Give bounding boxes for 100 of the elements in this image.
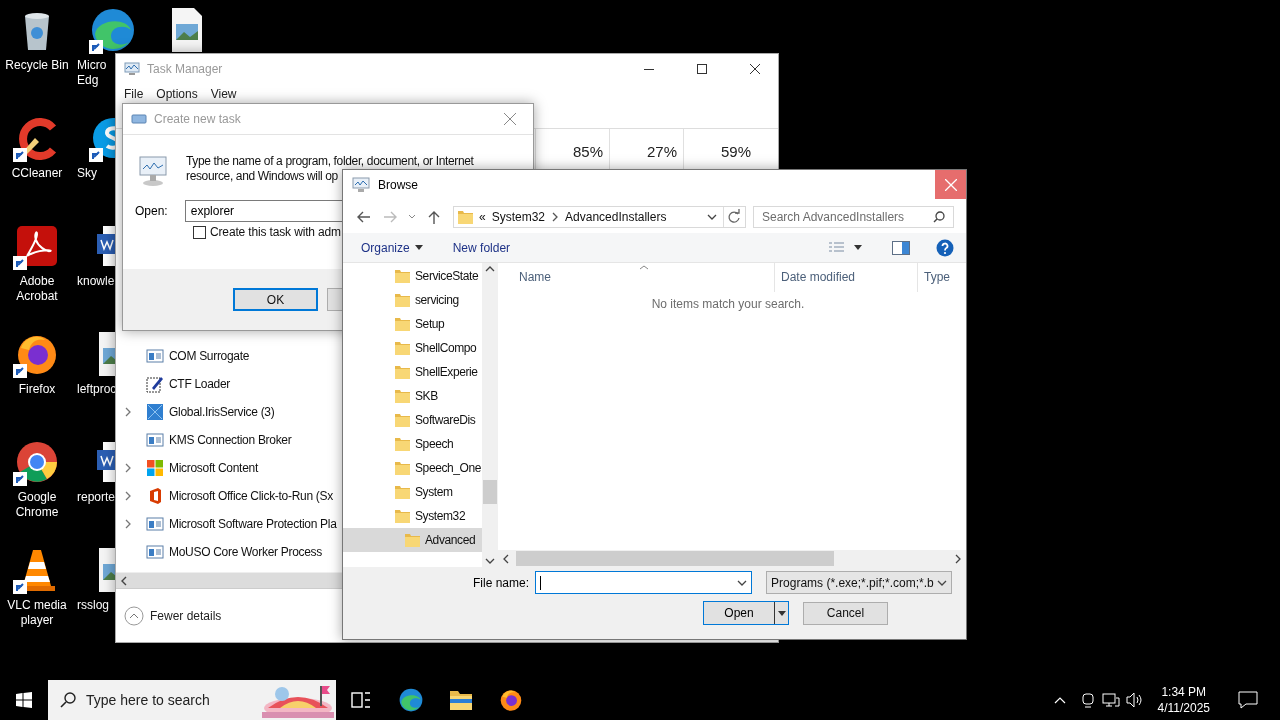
windows-icon[interactable] bbox=[16, 692, 32, 708]
chevron-right-icon[interactable] bbox=[124, 407, 132, 417]
ok-button[interactable]: OK bbox=[233, 288, 318, 311]
folder-tree-item[interactable]: Advanced bbox=[343, 528, 483, 552]
file-name-field[interactable] bbox=[535, 571, 753, 594]
maximize-icon[interactable] bbox=[697, 64, 707, 74]
collapse-up-icon[interactable] bbox=[124, 605, 144, 626]
column-header[interactable]: Name bbox=[498, 263, 775, 292]
network-icon[interactable] bbox=[1101, 692, 1120, 708]
arrow-up-icon[interactable] bbox=[428, 209, 440, 224]
admin-checkbox[interactable] bbox=[193, 225, 206, 239]
menu-item[interactable]: View bbox=[206, 87, 241, 101]
browser-icon[interactable] bbox=[89, 6, 137, 54]
address-bar[interactable]: « System32 AdvancedInstallers bbox=[453, 205, 746, 228]
menu-item[interactable]: Options bbox=[152, 87, 202, 101]
folder-tree-item[interactable]: ShellExperie bbox=[343, 360, 483, 384]
process-name[interactable]: COM Surrogate bbox=[169, 349, 250, 363]
help-icon[interactable] bbox=[936, 238, 954, 257]
process-name[interactable]: Global.IrisService (3) bbox=[169, 405, 275, 419]
chevron-down-icon[interactable] bbox=[707, 212, 717, 221]
organize-button[interactable]: Organize bbox=[361, 240, 423, 255]
scroll-down-icon[interactable] bbox=[485, 558, 496, 564]
folder-tree-item[interactable]: SoftwareDis bbox=[343, 408, 483, 432]
clock-time[interactable]: 1:34 PM bbox=[1161, 684, 1207, 700]
close-icon[interactable] bbox=[750, 64, 760, 74]
browser-icon[interactable] bbox=[498, 687, 524, 713]
taskbar-search-field[interactable]: Type here to search bbox=[48, 680, 336, 720]
process-name[interactable]: Microsoft Software Protection Pla bbox=[169, 517, 337, 531]
app-window-icon bbox=[146, 347, 164, 365]
volume-icon[interactable] bbox=[1125, 692, 1144, 708]
icon-label[interactable]: Google Chrome bbox=[15, 490, 59, 520]
folder-tree-item[interactable]: Speech bbox=[343, 432, 483, 456]
icon-label[interactable]: VLC media player bbox=[7, 598, 67, 628]
process-name[interactable]: CTF Loader bbox=[169, 377, 231, 391]
folder-icon bbox=[395, 437, 410, 451]
chevron-right-icon[interactable] bbox=[551, 211, 560, 222]
checkbox-label: Create this task with adm bbox=[210, 225, 341, 239]
vertical-scrollbar[interactable] bbox=[482, 263, 498, 567]
icon-label[interactable]: reporte bbox=[77, 490, 116, 505]
process-name[interactable]: KMS Connection Broker bbox=[169, 433, 292, 447]
task-view-icon[interactable] bbox=[351, 691, 371, 709]
folder-tree-item[interactable]: Speech_One bbox=[343, 456, 483, 480]
breadcrumb-overflow[interactable]: « bbox=[479, 209, 486, 224]
minimize-icon[interactable] bbox=[644, 68, 654, 70]
menu-item[interactable]: File bbox=[120, 87, 148, 101]
search-icon[interactable] bbox=[60, 692, 76, 708]
search-icon[interactable] bbox=[933, 210, 945, 223]
clock-date[interactable]: 4/11/2025 bbox=[1157, 700, 1210, 716]
notifications-icon[interactable] bbox=[1238, 691, 1258, 709]
icon-label[interactable]: Recycle Bin bbox=[5, 58, 69, 73]
folder-icon bbox=[395, 509, 410, 523]
fewer-details-link[interactable]: Fewer details bbox=[150, 608, 222, 623]
breadcrumb[interactable]: AdvancedInstallers bbox=[565, 209, 667, 224]
chevron-right-icon[interactable] bbox=[124, 491, 132, 501]
folder-tree-item[interactable]: System32 bbox=[343, 504, 483, 528]
open-button[interactable]: Open bbox=[703, 601, 789, 625]
chevron-down-icon[interactable] bbox=[937, 578, 948, 587]
folder-tree-item[interactable]: System bbox=[343, 480, 483, 504]
icon-label[interactable]: rsslog bbox=[77, 598, 109, 613]
icon-label[interactable]: Firefox bbox=[18, 382, 56, 397]
preview-pane-icon[interactable] bbox=[892, 240, 910, 255]
icon-label[interactable]: leftproc bbox=[77, 382, 117, 397]
scrollbar-thumb[interactable] bbox=[516, 551, 834, 566]
chevron-down-icon[interactable] bbox=[737, 578, 748, 587]
icon-label[interactable]: knowle bbox=[77, 274, 115, 289]
chevron-up-icon[interactable] bbox=[1053, 696, 1066, 704]
breadcrumb[interactable]: System32 bbox=[491, 209, 546, 224]
icon-label[interactable]: Adobe Acrobat bbox=[16, 274, 58, 304]
cancel-button[interactable]: Cancel bbox=[803, 601, 888, 625]
tiles-icon bbox=[146, 459, 164, 477]
process-name[interactable]: Microsoft Office Click-to-Run (Sx bbox=[169, 489, 333, 503]
scrollbar-thumb[interactable] bbox=[483, 480, 498, 504]
icon-label[interactable]: Micro Edg bbox=[77, 58, 107, 88]
scroll-up-icon[interactable] bbox=[485, 266, 496, 272]
browser-icon[interactable] bbox=[398, 687, 424, 713]
chevron-right-icon[interactable] bbox=[124, 519, 132, 529]
close-button[interactable] bbox=[935, 170, 966, 199]
window-title: Task Manager bbox=[147, 62, 224, 76]
search-field[interactable]: Search AdvancedInstallers bbox=[753, 205, 954, 228]
folder-tree-item[interactable]: servicing bbox=[343, 288, 483, 312]
column-header[interactable]: Type bbox=[918, 263, 966, 292]
process-name[interactable]: MoUSO Core Worker Process bbox=[169, 545, 322, 559]
dialog-title: Browse bbox=[378, 178, 419, 192]
new-folder-button[interactable]: New folder bbox=[452, 240, 511, 255]
arrow-left-icon[interactable] bbox=[357, 210, 371, 223]
folder-tree-item[interactable]: ServiceState bbox=[343, 264, 483, 288]
process-name[interactable]: Microsoft Content bbox=[169, 461, 258, 475]
folder-tree-item[interactable]: ShellCompo bbox=[343, 336, 483, 360]
icon-label[interactable]: CCleaner bbox=[11, 166, 63, 181]
chevron-right-icon[interactable] bbox=[124, 463, 132, 473]
folder-tree-item[interactable]: Setup bbox=[343, 312, 483, 336]
icon-label[interactable]: Sky bbox=[77, 166, 97, 181]
prompt-text: Type the name of a program, folder, document, or Internet bbox=[186, 154, 474, 169]
horizontal-scrollbar[interactable] bbox=[498, 550, 966, 567]
folder-icon[interactable] bbox=[449, 689, 473, 711]
file-type-dropdown[interactable]: Programs (*.exe;*.pif;*.com;*.b bbox=[766, 571, 953, 594]
scroll-right-icon[interactable] bbox=[954, 553, 962, 564]
column-header[interactable]: Date modified bbox=[775, 263, 918, 292]
folder-tree-item[interactable]: SKB bbox=[343, 384, 483, 408]
scroll-left-icon[interactable] bbox=[502, 553, 510, 564]
